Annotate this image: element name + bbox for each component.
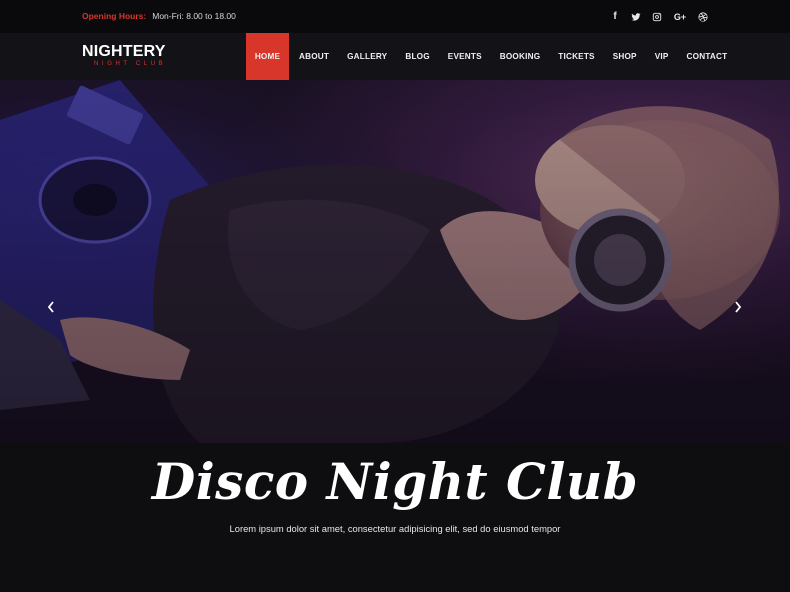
nav-item-booking[interactable]: BOOKING [491,33,550,80]
nav-item-vip[interactable]: VIP [646,33,678,80]
slider-prev-arrow[interactable] [43,297,59,317]
nav-item-about[interactable]: ABOUT [289,33,338,80]
logo[interactable]: NIGHTERY NIGHT CLUB [82,43,182,68]
hero-caption: Disco Night Club Lorem ipsum dolor sit a… [0,443,790,592]
instagram-icon[interactable] [652,11,662,23]
nav-item-events[interactable]: EVENTS [439,33,491,80]
opening-hours: Opening Hours: Mon-Fri: 8.00 to 18.00 [82,11,236,22]
chevron-right-icon [735,301,742,313]
top-info-bar: Opening Hours: Mon-Fri: 8.00 to 18.00 f G… [0,0,790,33]
social-links: f G+ [610,9,708,24]
dribbble-icon[interactable] [698,11,708,23]
nav-item-shop[interactable]: SHOP [604,33,646,80]
facebook-icon[interactable]: f [610,11,620,23]
hero-image [0,80,790,443]
nav-item-blog[interactable]: BLOG [396,33,438,80]
opening-hours-value: Mon-Fri: 8.00 to 18.00 [152,11,236,21]
site-header: NIGHTERY NIGHT CLUB HOME ABOUT GALLERY B… [0,33,790,80]
hero-title: Disco Night Club [151,452,639,511]
nav-item-gallery[interactable]: GALLERY [338,33,396,80]
slider-next-arrow[interactable] [730,297,746,317]
google-plus-icon[interactable]: G+ [673,11,687,23]
twitter-icon[interactable] [631,11,641,23]
nav-item-tickets[interactable]: TICKETS [549,33,603,80]
logo-subtitle: NIGHT CLUB [94,61,167,67]
chevron-left-icon [47,301,54,313]
logo-title: NIGHTERY [82,43,166,60]
opening-hours-label: Opening Hours: [82,11,147,21]
main-nav: HOME ABOUT GALLERY BLOG EVENTS BOOKING T… [246,33,736,80]
nav-item-contact[interactable]: CONTACT [678,33,737,80]
hero-subtitle: Lorem ipsum dolor sit amet, consectetur … [229,523,561,534]
hero-slider [0,80,790,443]
nav-item-home[interactable]: HOME [246,33,289,80]
